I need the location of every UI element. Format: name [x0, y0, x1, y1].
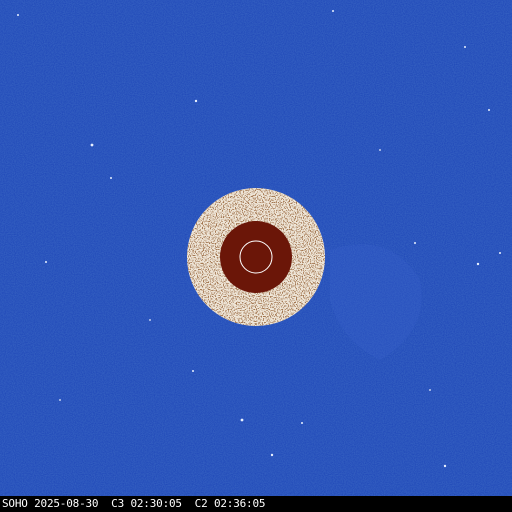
- caption-text: SOHO 2025-08-30 C3 02:30:05 C2 02:36:05: [2, 497, 266, 510]
- star-speck: [301, 422, 303, 424]
- star-speck: [488, 109, 490, 111]
- star-speck: [45, 261, 47, 263]
- star-speck: [443, 464, 447, 468]
- star-speck: [429, 389, 431, 391]
- star-speck: [194, 99, 198, 103]
- occulter: [187, 188, 325, 326]
- caption-bar: SOHO 2025-08-30 C3 02:30:05 C2 02:36:05: [0, 496, 512, 512]
- star-speck: [476, 262, 480, 266]
- star-speck: [149, 319, 151, 321]
- star-speck: [240, 418, 244, 422]
- star-speck: [270, 453, 274, 457]
- star-speck: [59, 399, 61, 401]
- coronagraph-image: [0, 0, 512, 496]
- star-speck: [379, 149, 381, 151]
- occulter-disk: [220, 221, 292, 293]
- star-speck: [90, 143, 94, 147]
- star-speck: [499, 252, 501, 254]
- star-speck: [414, 242, 416, 244]
- star-speck: [332, 10, 334, 12]
- star-speck: [17, 14, 19, 16]
- coronagraph-viewer: SOHO 2025-08-30 C3 02:30:05 C2 02:36:05: [0, 0, 512, 512]
- star-speck: [464, 46, 466, 48]
- star-speck: [192, 370, 194, 372]
- star-speck: [110, 177, 112, 179]
